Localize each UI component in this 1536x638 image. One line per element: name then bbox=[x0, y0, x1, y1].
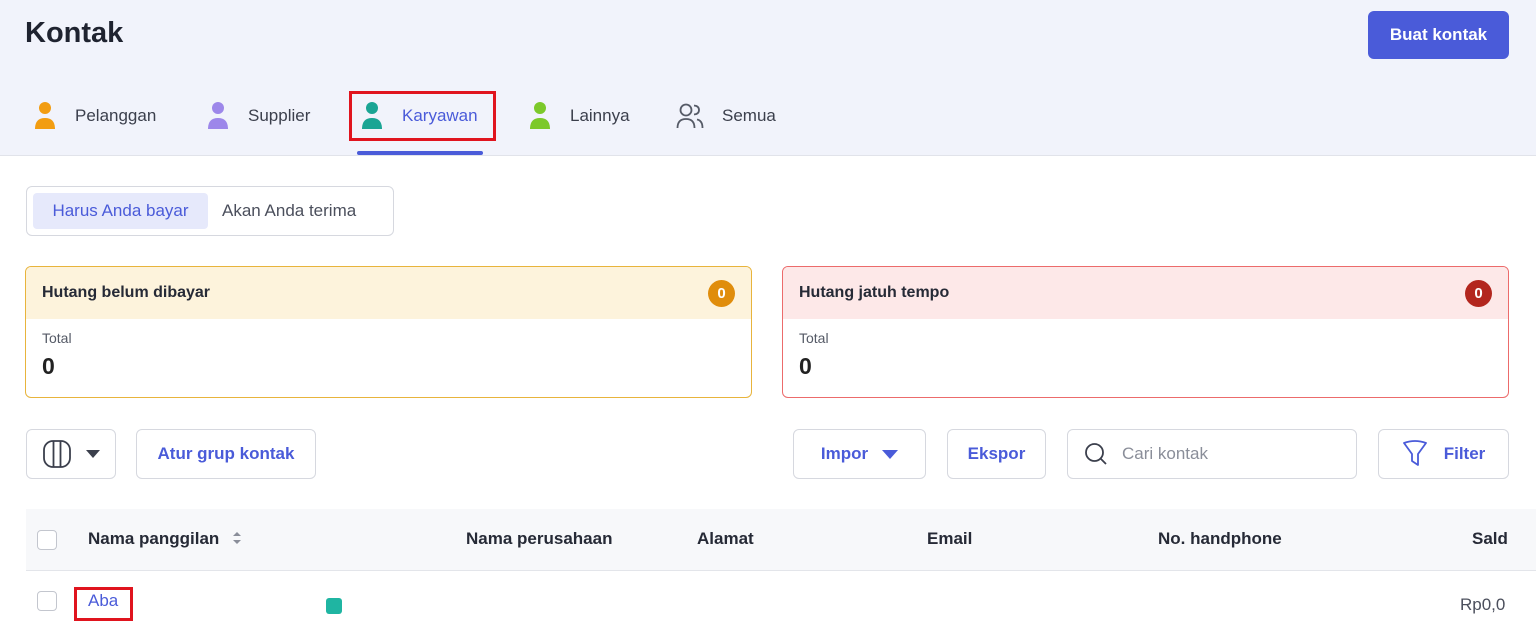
search-box bbox=[1067, 429, 1357, 479]
tab-pelanggan[interactable]: Pelanggan bbox=[33, 98, 156, 134]
select-all-checkbox[interactable] bbox=[37, 530, 57, 550]
search-input[interactable] bbox=[1122, 444, 1342, 464]
unpaid-debt-card[interactable]: Hutang belum dibayar 0 Total 0 bbox=[25, 266, 752, 398]
tab-highlight-box bbox=[349, 91, 496, 141]
import-button[interactable]: Impor bbox=[793, 429, 926, 479]
segment-pay-option[interactable]: Harus Anda bayar bbox=[33, 193, 208, 229]
column-header-address: Alamat bbox=[697, 529, 754, 548]
tab-label: Pelanggan bbox=[75, 106, 157, 125]
balance-value: Rp0,0 bbox=[1460, 595, 1506, 614]
page-header: Kontak Buat kontak Pelanggan Supplier Ka… bbox=[0, 0, 1536, 156]
tab-lainnya[interactable]: Lainnya bbox=[528, 98, 630, 134]
card-title: Hutang belum dibayar bbox=[42, 284, 211, 301]
card-title: Hutang jatuh tempo bbox=[799, 284, 950, 301]
tab-label: Lainnya bbox=[570, 106, 630, 125]
create-contact-button[interactable]: Buat kontak bbox=[1368, 11, 1509, 59]
card-total-label: Total bbox=[42, 330, 72, 346]
payment-direction-toggle: Harus Anda bayar Akan Anda terima bbox=[26, 186, 394, 236]
tab-supplier[interactable]: Supplier bbox=[206, 98, 310, 134]
row-highlight-box bbox=[74, 587, 133, 621]
row-checkbox[interactable] bbox=[37, 591, 57, 611]
card-header: Hutang belum dibayar 0 bbox=[26, 267, 751, 319]
tab-label: Semua bbox=[722, 106, 776, 125]
card-total-value: 0 bbox=[799, 353, 812, 379]
card-total-value: 0 bbox=[42, 353, 55, 379]
chevron-down-icon bbox=[882, 449, 899, 459]
contact-type-tag bbox=[326, 598, 342, 614]
import-label: Impor bbox=[820, 444, 869, 463]
chevron-down-icon bbox=[86, 450, 100, 458]
table-header: Nama panggilan Nama perusahaan Alamat Em… bbox=[26, 509, 1536, 571]
active-tab-indicator bbox=[357, 151, 483, 155]
card-header: Hutang jatuh tempo 0 bbox=[783, 267, 1508, 319]
segment-receive-option[interactable]: Akan Anda terima bbox=[222, 193, 356, 229]
count-badge: 0 bbox=[708, 279, 735, 307]
person-icon bbox=[206, 100, 230, 132]
overdue-debt-card[interactable]: Hutang jatuh tempo 0 Total 0 bbox=[782, 266, 1509, 398]
people-icon bbox=[676, 100, 704, 132]
column-header-phone: No. handphone bbox=[1158, 529, 1282, 548]
column-header-nickname[interactable]: Nama panggilan bbox=[88, 529, 242, 550]
column-header-company: Nama perusahaan bbox=[466, 529, 613, 548]
tab-label: Supplier bbox=[248, 106, 311, 125]
filter-button[interactable]: Filter bbox=[1378, 429, 1509, 479]
column-header-email: Email bbox=[927, 529, 973, 548]
person-icon bbox=[33, 100, 57, 132]
tab-semua[interactable]: Semua bbox=[676, 98, 776, 134]
columns-icon bbox=[42, 439, 72, 469]
page-title: Kontak bbox=[25, 17, 124, 49]
export-button[interactable]: Ekspor bbox=[947, 429, 1046, 479]
filter-label: Filter bbox=[1443, 444, 1486, 463]
column-header-balance: Sald bbox=[1472, 529, 1508, 548]
card-total-label: Total bbox=[799, 330, 829, 346]
sort-icon bbox=[232, 530, 242, 550]
search-icon bbox=[1084, 442, 1108, 466]
manage-groups-button[interactable]: Atur grup kontak bbox=[136, 429, 316, 479]
count-badge: 0 bbox=[1465, 279, 1492, 307]
person-icon bbox=[528, 100, 552, 132]
column-toggle-button[interactable] bbox=[26, 429, 116, 479]
filter-icon bbox=[1402, 440, 1428, 468]
